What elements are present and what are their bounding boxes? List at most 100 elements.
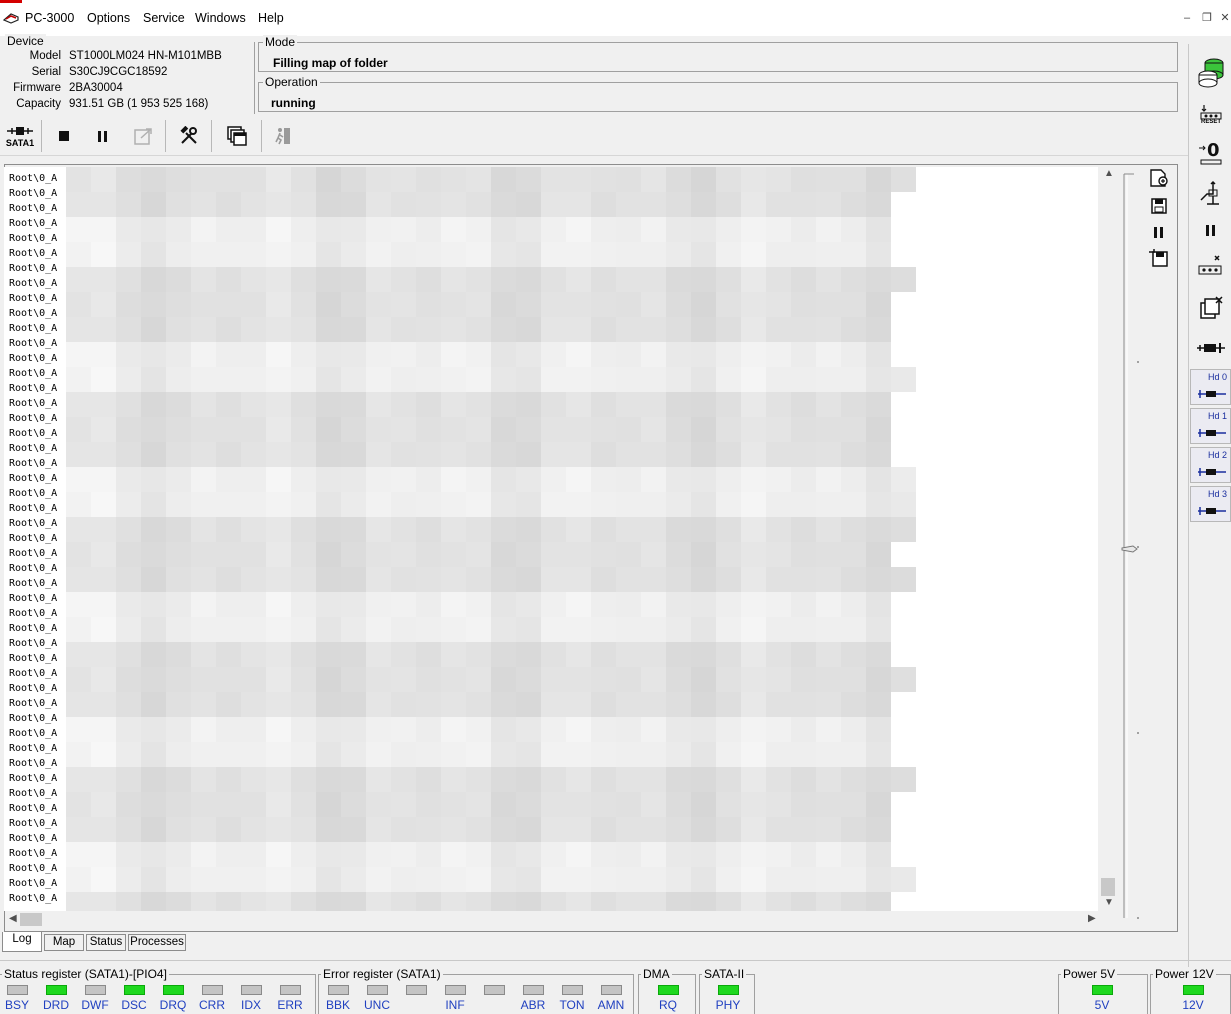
- scroll-right-icon[interactable]: ▶: [1088, 913, 1096, 924]
- redaction-block: [241, 842, 266, 867]
- database-button[interactable]: [1193, 56, 1229, 88]
- log-vertical-scrollbar[interactable]: ▲ ▼: [1100, 167, 1117, 911]
- log-output[interactable]: Root\0_A Root\0_A Root\0_A Root\0_A Root\0_A…: [4, 167, 1098, 911]
- redaction-block: [191, 767, 216, 792]
- jumper-button[interactable]: [1193, 250, 1229, 282]
- hd-button-1[interactable]: Hd 1: [1190, 408, 1231, 444]
- app-logo-icon[interactable]: [3, 11, 19, 25]
- save-log-button[interactable]: [1146, 194, 1172, 218]
- redaction-block: [116, 242, 141, 267]
- redaction-block: [491, 417, 516, 442]
- log-position-slider[interactable]: [1121, 170, 1139, 922]
- redaction-block: [516, 317, 541, 342]
- redaction-block: [741, 317, 766, 342]
- scroll-down-icon[interactable]: ▼: [1104, 897, 1114, 908]
- redaction-block: [766, 492, 791, 517]
- redaction-block: [516, 817, 541, 842]
- redaction-block: [666, 592, 691, 617]
- redaction-block: [241, 742, 266, 767]
- redaction-block: [566, 617, 591, 642]
- redaction-block: [91, 167, 116, 192]
- sata-port-button[interactable]: SATA1: [2, 120, 38, 152]
- reset-button[interactable]: RESET: [1193, 98, 1229, 130]
- redaction-block: [641, 892, 666, 911]
- redaction-block: [566, 467, 591, 492]
- redaction-block: [566, 292, 591, 317]
- redaction-block: [466, 317, 491, 342]
- redaction-block: [791, 667, 816, 692]
- led-label: BSY: [4, 998, 29, 1012]
- export-button[interactable]: [127, 120, 161, 152]
- redaction-block: [391, 692, 416, 717]
- pause-device-button[interactable]: [1193, 214, 1229, 246]
- scroll-thumb[interactable]: [1101, 878, 1115, 896]
- tab-map[interactable]: Map: [44, 934, 84, 951]
- close-icon[interactable]: ✕: [1218, 11, 1231, 25]
- led-label: RQ: [659, 998, 677, 1012]
- redaction-block: [591, 442, 616, 467]
- redaction-block: [591, 792, 616, 817]
- exit-button[interactable]: [266, 120, 300, 152]
- redaction-block: [566, 167, 591, 192]
- pause-button[interactable]: [86, 120, 120, 152]
- redaction-block: [591, 267, 616, 292]
- hd-button-0[interactable]: Hd 0: [1190, 369, 1231, 405]
- redaction-block: [491, 342, 516, 367]
- redaction-block: [766, 542, 791, 567]
- redaction-block: [91, 517, 116, 542]
- redaction-block: [641, 742, 666, 767]
- redaction-block: [266, 692, 291, 717]
- tools-button[interactable]: [172, 120, 206, 152]
- device-capacity-row: Capacity 931.51 GB (1 953 525 168): [1, 98, 251, 114]
- log-line: Root\0_A: [9, 473, 58, 484]
- hscroll-thumb[interactable]: [20, 913, 42, 926]
- redaction-block: [441, 317, 466, 342]
- redaction-block: [691, 342, 716, 367]
- restore-icon[interactable]: ❐: [1200, 11, 1214, 25]
- pause-log-button[interactable]: [1146, 220, 1172, 244]
- menu-service[interactable]: Service: [143, 11, 185, 25]
- hd-button-2[interactable]: Hd 2: [1190, 447, 1231, 483]
- clone-button[interactable]: [1193, 292, 1229, 324]
- log-horizontal-scrollbar[interactable]: ◀ ▶: [6, 911, 1100, 928]
- redaction-block: [716, 717, 741, 742]
- tab-log[interactable]: Log: [2, 932, 42, 952]
- tab-status[interactable]: Status: [86, 934, 126, 951]
- redaction-block: [66, 792, 91, 817]
- redaction-block: [166, 892, 191, 911]
- redaction-block: [566, 667, 591, 692]
- redaction-block: [691, 792, 716, 817]
- scroll-up-icon[interactable]: ▲: [1104, 168, 1114, 179]
- log-line: Root\0_A: [9, 638, 58, 649]
- menu-help[interactable]: Help: [258, 11, 284, 25]
- redaction-block: [116, 892, 141, 911]
- redaction-block: [516, 842, 541, 867]
- power-button[interactable]: [1193, 176, 1229, 208]
- redaction-block: [366, 467, 391, 492]
- tab-processes[interactable]: Processes: [128, 934, 186, 951]
- connector-button[interactable]: [1193, 332, 1229, 364]
- redaction-block: [616, 467, 641, 492]
- redaction-block: [116, 842, 141, 867]
- log-line: Root\0_A: [9, 488, 58, 499]
- hd-button-3[interactable]: Hd 3: [1190, 486, 1231, 522]
- clone-icon: [1200, 296, 1223, 319]
- menu-options[interactable]: Options: [87, 11, 130, 25]
- log-line: Root\0_A: [9, 578, 58, 589]
- scroll-left-icon[interactable]: ◀: [9, 913, 17, 924]
- redaction-block: [66, 167, 91, 192]
- redaction-block: [166, 492, 191, 517]
- redaction-block: [266, 217, 291, 242]
- open-log-button[interactable]: [1146, 166, 1172, 190]
- redaction-block: [491, 642, 516, 667]
- stop-button[interactable]: [47, 120, 81, 152]
- redaction-block: [766, 167, 791, 192]
- minimize-icon[interactable]: –: [1180, 11, 1194, 25]
- led-err: ERR: [276, 985, 304, 1012]
- zero-button[interactable]: 0: [1193, 136, 1229, 168]
- save-as-log-button[interactable]: [1146, 246, 1172, 270]
- led-label: DSC: [121, 998, 147, 1012]
- redaction-block: [541, 542, 566, 567]
- copy-windows-button[interactable]: [220, 120, 254, 152]
- menu-windows[interactable]: Windows: [195, 11, 246, 25]
